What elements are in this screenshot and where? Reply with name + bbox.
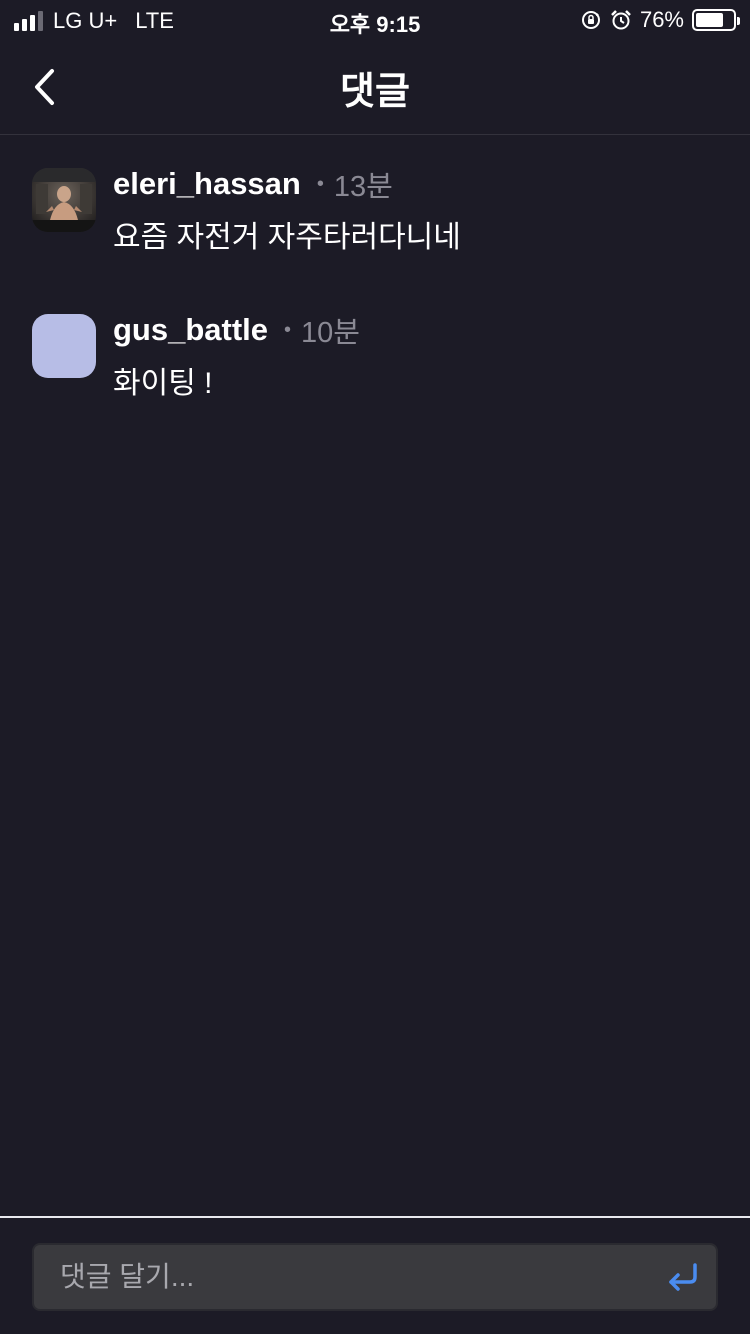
avatar-photo (32, 168, 96, 232)
comment-header: eleri_hassan • 13분 (113, 164, 713, 204)
send-button[interactable] (662, 1257, 702, 1297)
comment-time: 13분 (333, 171, 393, 203)
comment-input[interactable] (58, 1245, 638, 1309)
comment-text: 화이팅 ! (113, 367, 213, 400)
comment-time: 10분 (301, 317, 360, 349)
orientation-lock-icon (581, 11, 600, 29)
alarm-icon (611, 10, 631, 30)
battery-icon (692, 9, 740, 31)
comment-header: gus_battle • 10분 (113, 310, 713, 350)
comment-body: gus_battle • 10분 화이팅 ! (113, 310, 713, 402)
separator-dot: • (316, 172, 324, 195)
comment-text: 요즘 자전거 자주타러다니네 (113, 221, 461, 254)
comments-screen: LG U+ LTE 오후 9:15 76% 댓글 eleri_hassan • … (0, 0, 750, 1334)
comment-input-bar (0, 1216, 750, 1334)
username[interactable]: eleri_hassan (113, 166, 301, 202)
status-right: 76% (580, 7, 740, 33)
avatar[interactable] (32, 168, 96, 232)
battery-fill (696, 13, 724, 27)
username[interactable]: gus_battle (113, 312, 268, 348)
avatar[interactable] (32, 314, 96, 378)
page-title: 댓글 (340, 71, 410, 113)
nav-bar: 댓글 (0, 40, 750, 135)
battery-percent: 76% (639, 7, 684, 32)
comment-body: eleri_hassan • 13분 요즘 자전거 자주타러다니네 (113, 164, 713, 256)
return-arrow-icon (669, 1263, 697, 1291)
separator-dot: • (284, 318, 292, 341)
comment-input-container (32, 1243, 718, 1311)
status-bar: LG U+ LTE 오후 9:15 76% (0, 0, 750, 40)
